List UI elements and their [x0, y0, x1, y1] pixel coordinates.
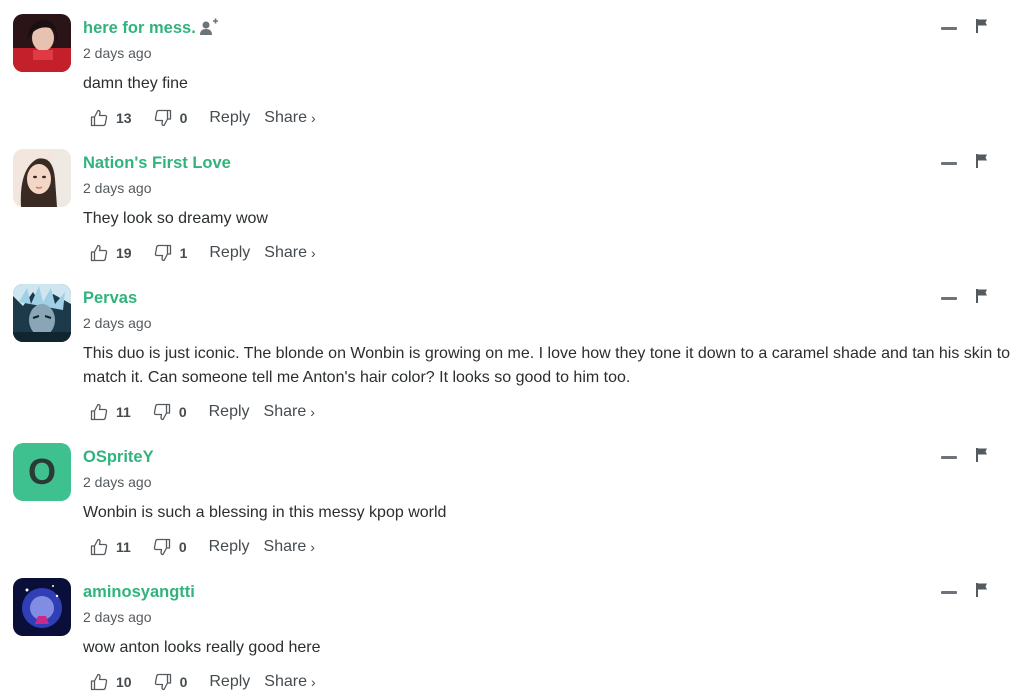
- dislike-count: 0: [179, 674, 188, 690]
- like-button[interactable]: 10: [90, 673, 132, 691]
- chevron-right-icon: ›: [310, 404, 315, 420]
- flag-icon[interactable]: [975, 288, 989, 304]
- add-user-icon[interactable]: [199, 18, 219, 38]
- avatar[interactable]: [13, 284, 71, 342]
- comment-text: They look so dreamy wow: [83, 210, 268, 227]
- comment-actions: 11 0 Reply Share ›: [90, 400, 315, 424]
- share-label: Share: [264, 673, 307, 690]
- share-button[interactable]: Share ›: [264, 538, 315, 556]
- comment-text: This duo is just iconic. The blonde on W…: [83, 345, 1011, 386]
- comment-author[interactable]: here for mess.: [83, 19, 196, 38]
- thumbs-up-icon: [90, 109, 108, 127]
- share-label: Share: [263, 403, 307, 420]
- avatar[interactable]: [13, 14, 71, 72]
- comment-actions: 19 1 Reply Share ›: [90, 241, 316, 265]
- collapse-button[interactable]: [941, 456, 957, 459]
- flag-icon[interactable]: [975, 18, 989, 34]
- share-button[interactable]: Share ›: [264, 109, 315, 127]
- like-button[interactable]: 19: [90, 244, 132, 262]
- collapse-button[interactable]: [941, 591, 957, 594]
- like-count: 19: [116, 245, 132, 261]
- comment-author[interactable]: Nation's First Love: [83, 154, 231, 173]
- reply-button[interactable]: Reply: [209, 538, 250, 556]
- thumbs-up-icon: [90, 244, 108, 262]
- reply-button[interactable]: Reply: [209, 244, 250, 262]
- dislike-count: 0: [179, 110, 188, 126]
- share-button[interactable]: Share ›: [264, 403, 315, 421]
- like-button[interactable]: 13: [90, 109, 132, 127]
- share-button[interactable]: Share ›: [264, 244, 315, 262]
- comment-text: Wonbin is such a blessing in this messy …: [83, 504, 447, 521]
- collapse-button[interactable]: [941, 297, 957, 300]
- comment-actions: 13 0 Reply Share ›: [90, 106, 316, 130]
- thumbs-up-icon: [90, 403, 108, 421]
- flag-icon[interactable]: [975, 582, 989, 598]
- like-button[interactable]: 11: [90, 538, 131, 556]
- thumbs-down-icon: [153, 403, 170, 421]
- comment-author[interactable]: aminosyangtti: [83, 583, 195, 602]
- comment-actions: 10 0 Reply Share ›: [90, 670, 316, 694]
- dislike-button[interactable]: 1: [154, 244, 188, 262]
- avatar[interactable]: [13, 578, 71, 636]
- thumbs-up-icon: [90, 673, 108, 691]
- comment-author[interactable]: Pervas: [83, 289, 137, 308]
- avatar[interactable]: [13, 149, 71, 207]
- comment-timestamp[interactable]: 2 days ago: [83, 180, 152, 196]
- chevron-right-icon: ›: [310, 110, 316, 126]
- avatar[interactable]: O: [13, 443, 71, 501]
- dislike-button[interactable]: 0: [154, 673, 188, 691]
- dislike-count: 0: [178, 539, 187, 555]
- like-button[interactable]: 11: [90, 403, 131, 421]
- dislike-button[interactable]: 0: [153, 403, 187, 421]
- reply-button[interactable]: Reply: [209, 673, 250, 691]
- comment-actions: 11 0 Reply Share ›: [90, 535, 315, 559]
- share-button[interactable]: Share ›: [264, 673, 315, 691]
- share-label: Share: [263, 538, 307, 555]
- share-label: Share: [264, 244, 307, 261]
- flag-icon[interactable]: [975, 153, 989, 169]
- reply-button[interactable]: Reply: [209, 109, 250, 127]
- like-count: 10: [116, 674, 132, 690]
- comment-timestamp[interactable]: 2 days ago: [83, 315, 152, 331]
- dislike-count: 1: [179, 245, 188, 261]
- avatar-letter: O: [13, 443, 71, 501]
- dislike-button[interactable]: 0: [153, 538, 187, 556]
- flag-icon[interactable]: [975, 447, 989, 463]
- chevron-right-icon: ›: [310, 245, 316, 261]
- comment-text: damn they fine: [83, 75, 188, 92]
- dislike-count: 0: [178, 404, 187, 420]
- comment-timestamp[interactable]: 2 days ago: [83, 474, 152, 490]
- thumbs-down-icon: [154, 109, 171, 127]
- comment-text: wow anton looks really good here: [83, 639, 321, 656]
- thumbs-down-icon: [154, 673, 171, 691]
- comment-author[interactable]: OSpriteY: [83, 448, 154, 467]
- chevron-right-icon: ›: [310, 674, 316, 690]
- reply-button[interactable]: Reply: [209, 403, 250, 421]
- share-label: Share: [264, 109, 307, 126]
- comment-timestamp[interactable]: 2 days ago: [83, 45, 152, 61]
- like-count: 11: [116, 539, 131, 555]
- thumbs-down-icon: [153, 538, 170, 556]
- collapse-button[interactable]: [941, 162, 957, 165]
- comment-timestamp[interactable]: 2 days ago: [83, 609, 152, 625]
- like-count: 11: [116, 404, 131, 420]
- collapse-button[interactable]: [941, 27, 957, 30]
- thumbs-up-icon: [90, 538, 108, 556]
- thumbs-down-icon: [154, 244, 171, 262]
- like-count: 13: [116, 110, 132, 126]
- chevron-right-icon: ›: [310, 539, 315, 555]
- dislike-button[interactable]: 0: [154, 109, 188, 127]
